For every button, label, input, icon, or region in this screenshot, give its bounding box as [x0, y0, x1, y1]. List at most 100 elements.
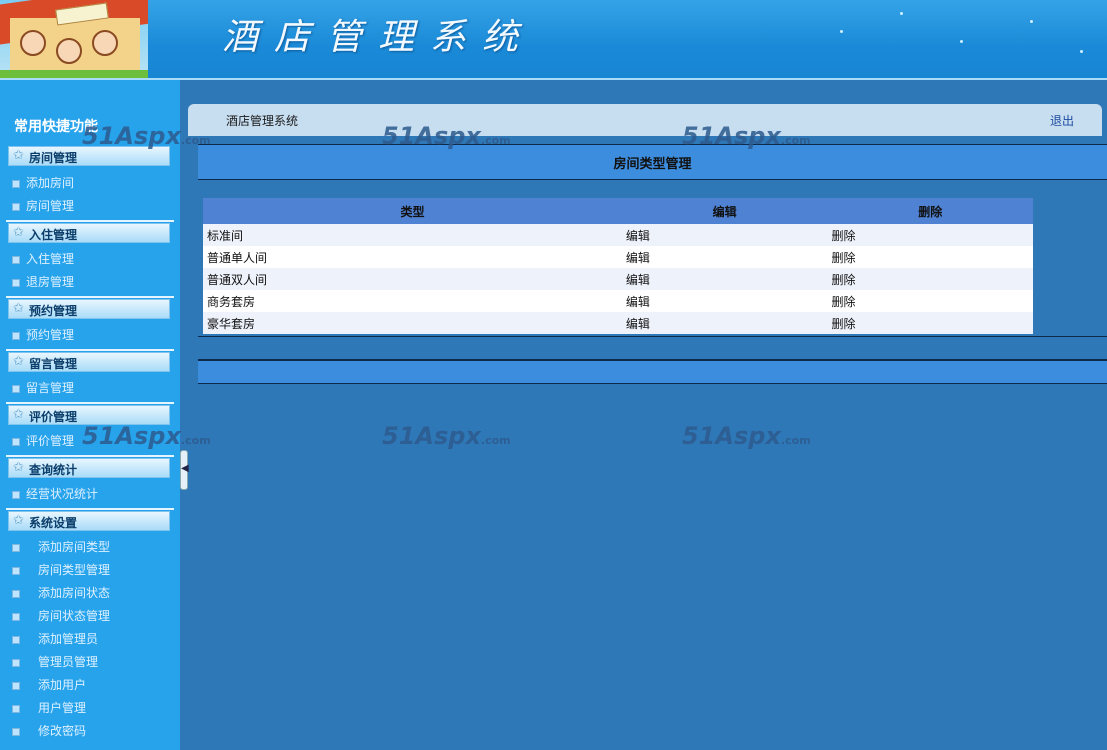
menu-item-business-stats[interactable]: 经营状况统计 — [12, 485, 98, 502]
menu-item-change-password[interactable]: 修改密码 — [12, 722, 86, 739]
room-type-name: 商务套房 — [203, 290, 622, 312]
edit-link[interactable]: 编辑 — [621, 224, 828, 246]
room-type-name: 普通单人间 — [203, 246, 622, 268]
divider — [6, 220, 174, 222]
hotel-logo — [0, 0, 148, 78]
group-label: 系统设置 — [29, 516, 78, 530]
bullet-icon — [12, 612, 20, 621]
group-label: 留言管理 — [29, 357, 78, 371]
divider — [6, 349, 174, 351]
watermark: 51Aspx.com — [382, 422, 511, 450]
bullet-icon — [12, 255, 20, 264]
menu-item-add-admin[interactable]: 添加管理员 — [12, 630, 98, 647]
bullet-icon — [12, 202, 20, 211]
column-header-edit: 编辑 — [621, 198, 828, 224]
group-label: 房间管理 — [29, 151, 78, 165]
watermark: 51Aspx.com — [82, 422, 211, 450]
star-icon: ✩ — [13, 148, 24, 163]
sidebar-collapse-handle[interactable]: ◀ — [180, 450, 189, 490]
bullet-icon — [12, 278, 20, 287]
room-type-table: 类型 编辑 删除 标准间 编辑 删除 普通单人间 编辑 删除 普通双人间 编辑 … — [203, 198, 1033, 334]
menu-item-add-user[interactable]: 添加用户 — [12, 676, 86, 693]
system-title: 酒店管理系统 — [226, 114, 299, 128]
bullet-icon — [12, 704, 20, 713]
table-header-row: 类型 编辑 删除 — [203, 198, 1033, 224]
page-title: 房间类型管理 — [613, 157, 692, 172]
delete-link[interactable]: 删除 — [827, 224, 1033, 246]
footer-band — [198, 360, 1107, 384]
watermark: 51Aspx.com — [82, 122, 211, 150]
star-icon: ✩ — [13, 354, 24, 369]
column-header-delete: 删除 — [827, 198, 1033, 224]
bullet-icon — [12, 179, 20, 188]
star-icon: ✩ — [13, 513, 24, 528]
delete-link[interactable]: 删除 — [827, 312, 1033, 334]
table-row: 豪华套房 编辑 删除 — [203, 312, 1033, 334]
table-row: 标准间 编辑 删除 — [203, 224, 1033, 246]
bullet-icon — [12, 589, 20, 598]
bullet-icon — [12, 727, 20, 736]
divider — [6, 508, 174, 510]
star-icon: ✩ — [13, 460, 24, 475]
chevron-left-icon: ◀ — [181, 463, 189, 474]
star-icon: ✩ — [13, 407, 24, 422]
app-title: 酒店管理系统 — [222, 17, 535, 58]
group-label: 预约管理 — [29, 304, 78, 318]
edit-link[interactable]: 编辑 — [621, 268, 828, 290]
watermark: 51Aspx.com — [682, 122, 811, 150]
menu-item-reservations[interactable]: 预约管理 — [12, 326, 74, 343]
table-row: 普通单人间 编辑 删除 — [203, 246, 1033, 268]
menu-item-checkout[interactable]: 退房管理 — [12, 273, 74, 290]
menu-item-room-management[interactable]: 房间管理 — [12, 197, 74, 214]
delete-link[interactable]: 删除 — [827, 268, 1033, 290]
column-header-type: 类型 — [203, 198, 622, 224]
bullet-icon — [12, 566, 20, 575]
bullet-icon — [12, 635, 20, 644]
group-header-settings[interactable]: ✩ 系统设置 — [8, 511, 170, 531]
delete-link[interactable]: 删除 — [827, 290, 1033, 312]
menu-item-room-status-management[interactable]: 房间状态管理 — [12, 607, 110, 624]
menu-item-room-type-management[interactable]: 房间类型管理 — [12, 561, 110, 578]
star-icon: ✩ — [13, 301, 24, 316]
logout-link[interactable]: 退出 — [1050, 112, 1074, 129]
watermark: 51Aspx.com — [682, 422, 811, 450]
bullet-icon — [12, 543, 20, 552]
menu-item-add-room-type[interactable]: 添加房间类型 — [12, 538, 110, 555]
menu-item-add-room[interactable]: 添加房间 — [12, 174, 74, 191]
group-header-statistics[interactable]: ✩ 查询统计 — [8, 458, 170, 478]
app-header: 酒店管理系统 — [0, 0, 1107, 80]
divider — [6, 455, 174, 457]
group-label: 入住管理 — [29, 228, 78, 242]
bullet-icon — [12, 437, 20, 446]
group-header-reservations[interactable]: ✩ 预约管理 — [8, 299, 170, 319]
bullet-icon — [12, 490, 20, 499]
footer-band-dark — [198, 336, 1107, 360]
menu-item-user-management[interactable]: 用户管理 — [12, 699, 86, 716]
watermark: 51Aspx.com — [382, 122, 511, 150]
menu-item-admin-management[interactable]: 管理员管理 — [12, 653, 98, 670]
group-label: 评价管理 — [29, 410, 78, 424]
main-content: 房间类型管理 类型 编辑 删除 标准间 编辑 删除 普通单人间 编辑 删除 普通… — [198, 144, 1107, 386]
top-bar: 酒店管理系统 退出 — [188, 104, 1102, 136]
divider — [6, 296, 174, 298]
delete-link[interactable]: 删除 — [827, 246, 1033, 268]
menu-item-reviews[interactable]: 评价管理 — [12, 432, 74, 449]
menu-item-messages[interactable]: 留言管理 — [12, 379, 74, 396]
table-row: 普通双人间 编辑 删除 — [203, 268, 1033, 290]
menu-item-add-room-status[interactable]: 添加房间状态 — [12, 584, 110, 601]
menu-item-checkin[interactable]: 入住管理 — [12, 250, 74, 267]
edit-link[interactable]: 编辑 — [621, 290, 828, 312]
bullet-icon — [12, 384, 20, 393]
sidebar: 常用快捷功能 ✩ 房间管理 添加房间 房间管理 ✩ 入住管理 入住管理 退房管理… — [0, 80, 180, 750]
room-type-name: 豪华套房 — [203, 312, 622, 334]
group-header-checkin[interactable]: ✩ 入住管理 — [8, 223, 170, 243]
room-type-name: 标准间 — [203, 224, 622, 246]
divider — [6, 402, 174, 404]
group-header-messages[interactable]: ✩ 留言管理 — [8, 352, 170, 372]
bullet-icon — [12, 681, 20, 690]
edit-link[interactable]: 编辑 — [621, 312, 828, 334]
star-icon: ✩ — [13, 225, 24, 240]
room-type-name: 普通双人间 — [203, 268, 622, 290]
edit-link[interactable]: 编辑 — [621, 246, 828, 268]
bullet-icon — [12, 331, 20, 340]
